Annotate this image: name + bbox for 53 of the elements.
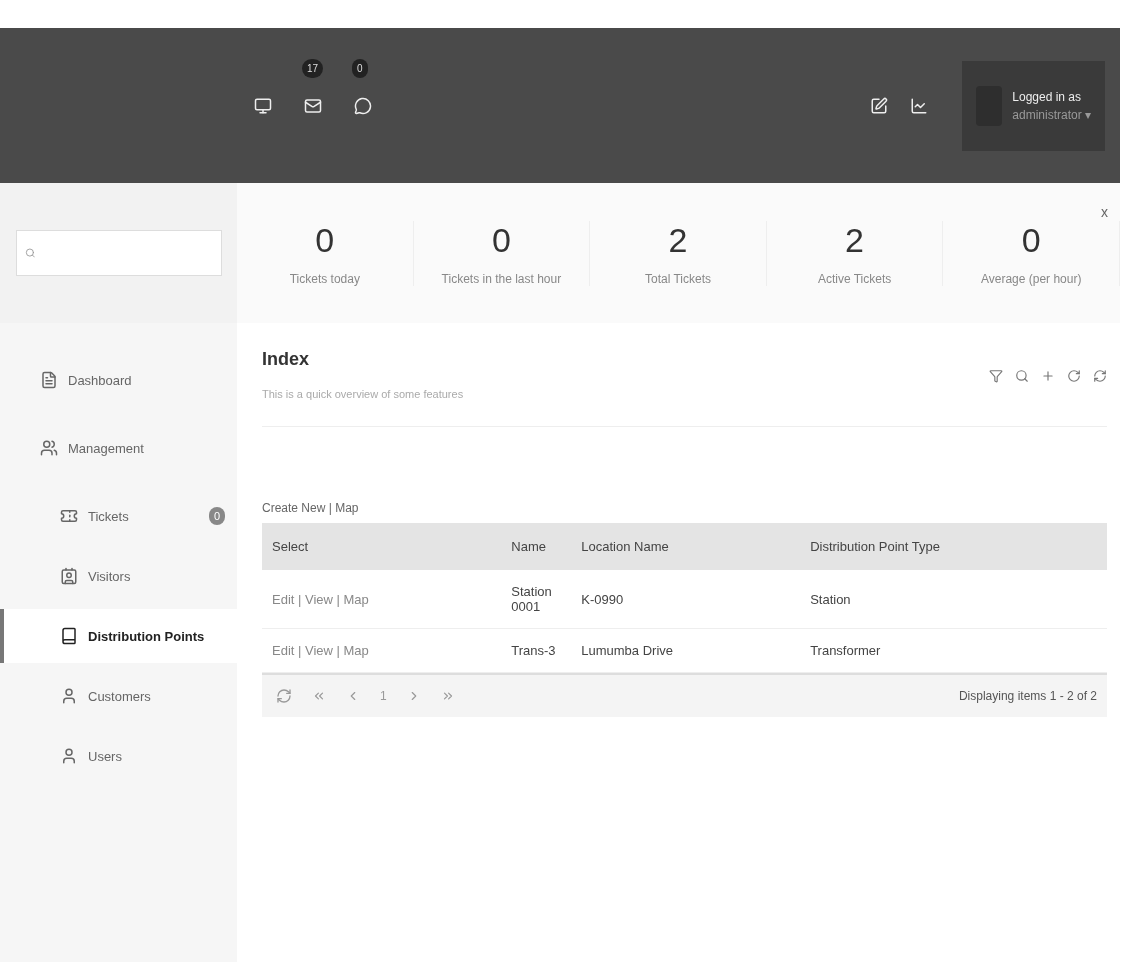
table-cell: K-0990 xyxy=(571,570,801,629)
stat-label: Average (per hour) xyxy=(980,271,1082,286)
row-actions-link[interactable]: Edit | View | Map xyxy=(272,643,369,658)
filter-button[interactable] xyxy=(989,369,1003,383)
close-button[interactable]: x xyxy=(1095,203,1114,221)
stat-value: 0 xyxy=(491,220,511,260)
page-subtitle: This is a quick overview of some features xyxy=(262,388,465,400)
column-header: Distribution Point Type xyxy=(800,523,1107,570)
person-icon xyxy=(60,687,78,705)
count-badge: 0 xyxy=(208,507,225,525)
person-icon xyxy=(60,747,78,765)
table-cell: Station 0001 xyxy=(501,570,572,629)
create-link[interactable]: Create New | Map xyxy=(262,501,1107,515)
add-button[interactable] xyxy=(1041,369,1055,383)
book-icon xyxy=(60,627,78,645)
stat-label: Tickets today xyxy=(289,271,360,286)
pager-summary: Displaying items 1 - 2 of 2 xyxy=(958,689,1097,703)
rotate-button[interactable] xyxy=(1067,369,1081,383)
sidebar-item[interactable]: Customers xyxy=(0,669,237,723)
search-field[interactable] xyxy=(15,230,222,276)
user-menu[interactable]: administrator ▾ xyxy=(1012,107,1091,122)
search-icon xyxy=(24,247,36,259)
count-badge: 17 xyxy=(302,58,324,78)
page-title: Index xyxy=(262,349,310,370)
sidebar-item[interactable]: Distribution Points xyxy=(0,609,237,663)
stat-label: Active Tickets xyxy=(817,271,892,286)
sidebar-item[interactable]: Users xyxy=(0,729,237,783)
stat-value: 0 xyxy=(315,220,335,260)
table-cell: Station xyxy=(800,570,1107,629)
table-cell: Transformer xyxy=(800,628,1107,673)
sidebar-item[interactable]: Tickets 0 xyxy=(0,489,237,543)
sidebar-item[interactable]: Dashboard xyxy=(0,353,237,407)
column-header: Select xyxy=(262,523,502,570)
search-button[interactable] xyxy=(1015,369,1029,383)
stat-value: 2 xyxy=(668,220,688,260)
stat-label: Tickets in the last hour xyxy=(441,271,562,286)
stat-label: Total Tickets xyxy=(644,271,711,286)
column-header: Location Name xyxy=(571,523,801,570)
ticket-icon xyxy=(60,507,78,525)
stat-value: 2 xyxy=(845,220,865,260)
sidebar-item[interactable]: Visitors xyxy=(0,549,237,603)
document-icon xyxy=(40,371,58,389)
login-label: Logged in as xyxy=(1012,89,1083,104)
table-cell: Lumumba Drive xyxy=(571,628,801,673)
stat-value: 0 xyxy=(1021,220,1041,260)
refresh-button[interactable] xyxy=(1093,369,1107,383)
contact-card-icon xyxy=(60,567,78,585)
row-actions-link[interactable]: Edit | View | Map xyxy=(272,591,369,607)
count-badge: 0 xyxy=(352,58,368,78)
sidebar-item[interactable]: Management xyxy=(0,421,237,475)
column-header: Name xyxy=(501,523,572,570)
people-icon xyxy=(40,439,58,457)
table-cell: Trans-3 xyxy=(501,628,572,673)
